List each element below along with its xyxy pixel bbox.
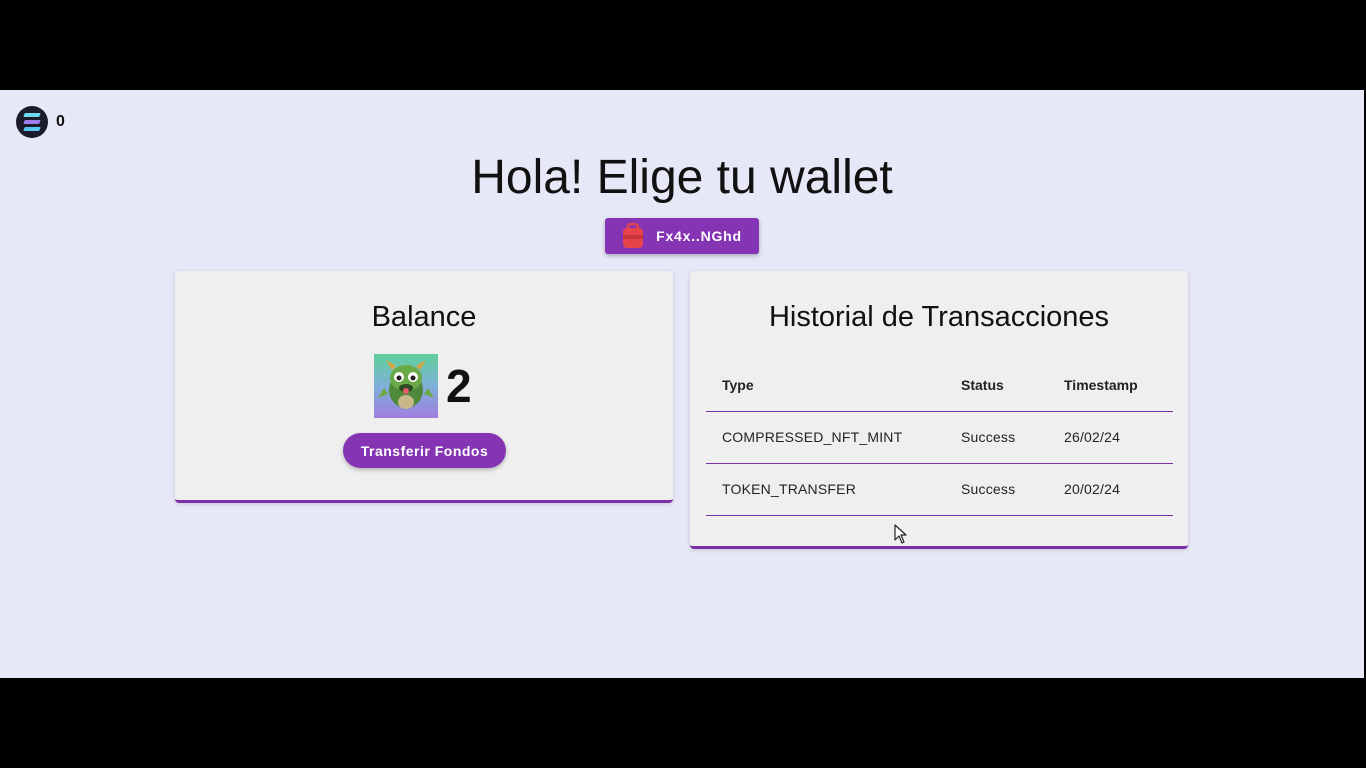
transaction-history-card: Historial de Transacciones Type Status T…: [690, 271, 1188, 549]
sol-balance-value: 0: [56, 113, 65, 130]
app-viewport: 0 Hola! Elige tu wallet Fx4x..NGhd Balan…: [0, 90, 1364, 678]
nft-count: 2: [446, 360, 472, 412]
transfer-funds-button[interactable]: Transferir Fondos: [343, 433, 506, 468]
wallet-button[interactable]: Fx4x..NGhd: [605, 218, 759, 254]
column-header-timestamp: Timestamp: [1048, 359, 1173, 412]
column-header-type: Type: [706, 359, 945, 412]
table-row[interactable]: COMPRESSED_NFT_MINT Success 26/02/24: [706, 411, 1173, 464]
table-header-row: Type Status Timestamp: [706, 359, 1173, 412]
balance-title: Balance: [371, 301, 477, 333]
wallet-address: Fx4x..NGhd: [656, 228, 742, 244]
page-title: Hola! Elige tu wallet: [471, 151, 893, 204]
history-title: Historial de Transacciones: [768, 301, 1110, 333]
tx-status: Success: [945, 463, 1048, 516]
tx-timestamp: 26/02/24: [1048, 411, 1173, 464]
mouse-cursor-icon: [894, 524, 907, 544]
tx-type: COMPRESSED_NFT_MINT: [706, 411, 945, 464]
sol-balance-widget: 0: [16, 106, 65, 138]
transactions-table: Type Status Timestamp COMPRESSED_NFT_MIN…: [706, 359, 1173, 516]
table-row[interactable]: TOKEN_TRANSFER Success 20/02/24: [706, 463, 1173, 516]
balance-card: Balance 2 Transferir Fondos: [175, 271, 673, 503]
tx-type: TOKEN_TRANSFER: [706, 463, 945, 516]
tx-status: Success: [945, 411, 1048, 464]
nft-balance-row: 2: [374, 354, 472, 418]
dragon-nft-image: [374, 354, 438, 418]
tx-timestamp: 20/02/24: [1048, 463, 1173, 516]
column-header-status: Status: [945, 359, 1048, 412]
backpack-icon: [623, 223, 644, 248]
solana-icon: [16, 106, 48, 138]
